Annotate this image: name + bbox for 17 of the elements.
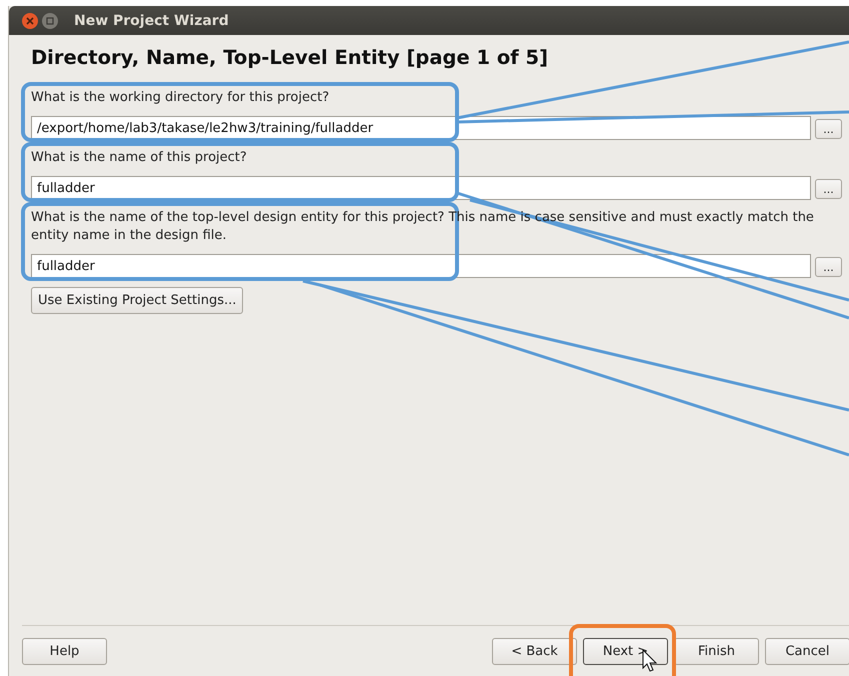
nav-button[interactable]: Finish — [674, 638, 759, 665]
input-field[interactable]: /export/home/lab3/takase/le2hw3/training/fulladder — [31, 116, 811, 140]
nav-button[interactable]: < Back — [492, 638, 577, 665]
field-label: What is the name of this project? — [31, 149, 248, 167]
input-field[interactable]: fulladder — [31, 254, 811, 278]
use-existing-settings-button[interactable]: Use Existing Project Settings... — [31, 287, 244, 314]
browse-button[interactable]: ... — [815, 179, 842, 199]
window-title: New Project Wizard — [74, 12, 229, 28]
nav-button[interactable]: Cancel — [765, 638, 849, 665]
minimize-icon[interactable] — [42, 12, 58, 28]
help-button[interactable]: Help — [22, 638, 107, 665]
browse-button[interactable]: ... — [815, 119, 842, 139]
close-icon[interactable] — [22, 12, 38, 28]
page-heading: Directory, Name, Top-Level Entity [page 1 of 5] — [31, 46, 549, 69]
input-field[interactable]: fulladder — [31, 176, 811, 200]
field-label: What is the working directory for this project? — [31, 89, 330, 107]
browse-button[interactable]: ... — [815, 257, 842, 277]
